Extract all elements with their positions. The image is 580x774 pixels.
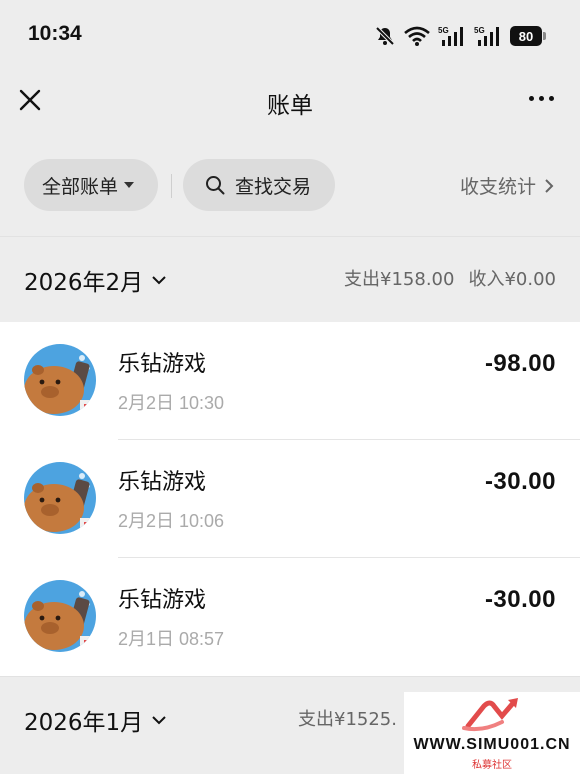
chevron-down-icon xyxy=(152,276,166,285)
transaction-time: 2月2日 10:06 xyxy=(118,511,225,531)
signal-5g-icon: 5G xyxy=(438,26,463,46)
page-title: 账单 xyxy=(267,93,313,119)
caret-down-icon xyxy=(124,182,135,188)
watermark-url: WWW.SIMU001.CN xyxy=(413,736,571,753)
month-selector[interactable]: 2026年2月 xyxy=(24,263,167,297)
watermark-subtitle: 私募社区 xyxy=(472,760,512,771)
transaction-row[interactable]: 乐钻游戏 2月2日 10:30 -98.00 xyxy=(0,322,580,440)
transaction-name: 乐钻游戏 xyxy=(118,470,207,495)
transaction-list: 乐钻游戏 2月2日 10:30 -98.00 乐钻游戏 2月2日 10:06 -… xyxy=(0,322,580,676)
all-bills-dropdown[interactable]: 全部账单 xyxy=(24,159,158,211)
transaction-time: 2月1日 08:57 xyxy=(118,629,225,649)
merchant-avatar xyxy=(24,462,96,534)
transaction-amount: -98.00 xyxy=(484,350,556,377)
watermark: WWW.SIMU001.CN 私募社区 xyxy=(404,692,580,774)
watermark-logo xyxy=(462,698,518,732)
month-expense: 支出¥158.00 xyxy=(344,269,455,290)
month-label: 2026年2月 xyxy=(24,270,144,296)
filter-row: 全部账单 查找交易 收支统计 xyxy=(0,132,580,236)
chevron-down-icon xyxy=(152,716,166,725)
status-bar: 10:34 5G 5G 80 xyxy=(0,0,580,70)
svg-text:5G: 5G xyxy=(438,26,449,35)
nav-bar: 账单 xyxy=(0,70,580,132)
month-summary: 支出¥158.00 收入¥0.00 xyxy=(344,265,556,291)
filter-divider xyxy=(171,174,172,198)
more-icon[interactable] xyxy=(529,96,554,101)
transaction-row[interactable]: 乐钻游戏 2月1日 08:57 -30.00 xyxy=(0,558,580,676)
merchant-avatar xyxy=(24,580,96,652)
transaction-row[interactable]: 乐钻游戏 2月2日 10:06 -30.00 xyxy=(0,440,580,558)
merchant-avatar xyxy=(24,344,96,416)
transaction-name: 乐钻游戏 xyxy=(118,588,207,613)
transaction-amount: -30.00 xyxy=(484,586,556,613)
month-label: 2026年1月 xyxy=(24,710,144,736)
all-bills-label: 全部账单 xyxy=(42,175,119,198)
battery-level: 80 xyxy=(518,28,534,44)
signal-5g-icon-2: 5G xyxy=(474,26,499,46)
transaction-amount: -30.00 xyxy=(484,468,556,495)
month-selector[interactable]: 2026年1月 xyxy=(24,703,167,737)
month-summary: 支出¥1525. xyxy=(298,705,397,731)
transaction-name: 乐钻游戏 xyxy=(118,352,207,377)
month-expense: 支出¥1525. xyxy=(298,709,397,730)
search-transactions-button[interactable]: 查找交易 xyxy=(183,159,335,211)
wifi-icon xyxy=(404,26,430,46)
stats-label: 收支统计 xyxy=(459,176,536,198)
mute-bell-icon xyxy=(375,26,395,46)
status-time: 10:34 xyxy=(28,22,82,45)
search-icon xyxy=(206,176,225,195)
battery-icon: 80 xyxy=(510,26,546,46)
transaction-time: 2月2日 10:30 xyxy=(118,393,225,413)
chevron-right-icon xyxy=(545,178,554,193)
svg-text:5G: 5G xyxy=(474,26,485,35)
stats-link[interactable]: 收支统计 xyxy=(460,172,554,199)
month-income: 收入¥0.00 xyxy=(468,269,556,290)
status-icons: 5G 5G 80 xyxy=(374,22,546,50)
month-header-feb: 2026年2月 支出¥158.00 收入¥0.00 xyxy=(0,236,580,322)
search-transactions-label: 查找交易 xyxy=(235,175,312,198)
